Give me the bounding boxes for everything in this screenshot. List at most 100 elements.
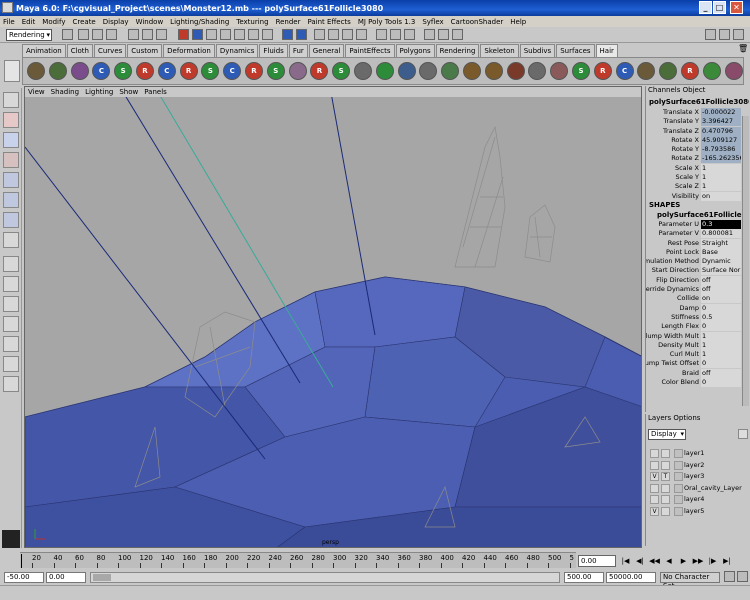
menu-syflex[interactable]: Syflex [422, 18, 443, 26]
channel-value-field[interactable]: 0.470796 [701, 126, 741, 136]
channel-row[interactable]: Point Lock Base [646, 247, 749, 257]
channel-value-field[interactable]: 0.800081 [701, 229, 741, 239]
auto-key-icon[interactable] [724, 571, 735, 582]
viewport-menu-view[interactable]: View [28, 88, 45, 96]
four-view-layout-icon[interactable] [3, 276, 19, 292]
channel-value-field[interactable]: 0.3 [701, 219, 741, 229]
channel-row[interactable]: Parameter U 0.3 [646, 219, 749, 229]
mask-icon-2[interactable] [192, 29, 203, 40]
channel-value-field[interactable]: 1 [701, 163, 741, 173]
mask-icon-6[interactable] [248, 29, 259, 40]
channel-row[interactable]: Visibility on [646, 191, 749, 201]
shelf-button-icon[interactable] [659, 62, 678, 80]
lasso-tool-icon[interactable] [3, 112, 19, 128]
menu-window[interactable]: Window [136, 18, 164, 26]
shelf-button-icon[interactable] [70, 62, 89, 80]
history-icon[interactable] [376, 29, 387, 40]
channel-row[interactable]: Scale Y1 [646, 173, 749, 183]
playback-button[interactable]: ◀◀ [649, 555, 660, 567]
shelf-button-icon[interactable]: S [201, 62, 220, 80]
layer-visibility-toggle[interactable]: V [650, 472, 659, 481]
rotate-tool-icon[interactable] [3, 172, 19, 188]
shelf-button-icon[interactable] [48, 62, 67, 80]
current-frame-field[interactable]: 0.00 [578, 555, 616, 567]
shelf-button-icon[interactable]: C [615, 62, 634, 80]
end-time-field[interactable]: 50000.00 [606, 572, 656, 583]
channel-row[interactable]: Braid off [646, 368, 749, 378]
shelf-button-icon[interactable] [506, 62, 525, 80]
channels-menu[interactable]: Channels [648, 86, 680, 94]
channel-value-field[interactable]: 1 [701, 331, 741, 341]
channel-box-scrollbar[interactable] [742, 116, 749, 406]
viewport-menu-show[interactable]: Show [119, 88, 138, 96]
shelf-button-icon[interactable] [528, 62, 547, 80]
shelf-tab-deformation[interactable]: Deformation [163, 44, 215, 57]
shelf-button-icon[interactable]: R [310, 62, 329, 80]
layer-color-swatch[interactable] [674, 460, 683, 470]
menu-mj-poly-tools-1-3[interactable]: MJ Poly Tools 1.3 [358, 18, 416, 26]
shelf-button-icon[interactable]: S [332, 62, 351, 80]
new-scene-icon[interactable] [78, 29, 89, 40]
channel-value-field[interactable]: off [701, 285, 741, 295]
channel-value-field[interactable]: 0 [701, 378, 741, 388]
channel-row[interactable]: Length Flex 0 [646, 322, 749, 332]
current-time-indicator[interactable] [21, 554, 22, 568]
range-handle[interactable] [93, 574, 111, 581]
layer-name[interactable]: layer1 [684, 449, 704, 457]
mask-icon-1[interactable] [178, 29, 189, 40]
layer-display-type-toggle[interactable]: T [661, 472, 670, 481]
layer-visibility-toggle[interactable] [650, 483, 659, 493]
layer-color-swatch[interactable] [674, 483, 683, 493]
channel-row[interactable]: Rotate Y -8.793586 [646, 145, 749, 155]
channel-row[interactable]: imulation Method Dynamic [646, 257, 749, 267]
minimize-button[interactable]: _ [699, 1, 712, 14]
layer-row[interactable]: Oral_cavity_Layer [648, 483, 746, 494]
playback-button[interactable]: ◀ [664, 555, 675, 567]
animation-prefs-icon[interactable] [737, 571, 748, 582]
show-tool-settings-icon[interactable] [719, 29, 730, 40]
shelf-button-icon[interactable] [463, 62, 481, 80]
channel-row[interactable]: Parameter V 0.800081 [646, 229, 749, 239]
layer-row[interactable]: V Tlayer3 [648, 472, 746, 482]
shelf-tab-fur[interactable]: Fur [288, 44, 308, 57]
channel-value-field[interactable]: on [701, 191, 741, 201]
layer-name[interactable]: layer5 [684, 507, 704, 515]
menu-mode-selector[interactable]: Rendering [6, 29, 52, 41]
save-scene-icon[interactable] [106, 29, 117, 40]
layer-color-swatch[interactable] [674, 495, 683, 504]
shelf-tab-fluids[interactable]: Fluids [259, 44, 288, 57]
channel-value-field[interactable]: on [701, 294, 741, 304]
shelf-button-icon[interactable] [27, 62, 45, 80]
channel-value-field[interactable]: Surface Nor [701, 266, 741, 276]
persp-trax-layout-icon[interactable] [3, 356, 19, 372]
layer-row[interactable]: layer2 [648, 460, 746, 471]
character-set-dropdown[interactable]: No Character Set [660, 572, 720, 590]
snap-plane-icon[interactable] [356, 29, 367, 40]
shelf-button-icon[interactable]: C [157, 62, 176, 80]
shelf-tab-polygons[interactable]: Polygons [395, 44, 435, 57]
channel-row[interactable]: Flip Direction off [646, 275, 749, 285]
scale-tool-icon[interactable] [3, 192, 19, 208]
menu-edit[interactable]: Edit [22, 18, 36, 26]
shelf-button-icon[interactable] [288, 62, 307, 80]
snap-point-icon[interactable] [342, 29, 353, 40]
channel-row[interactable]: Curl Mult 1 [646, 350, 749, 360]
channel-row[interactable]: Scale Z1 [646, 182, 749, 192]
input-output-icon[interactable] [390, 29, 401, 40]
channel-value-field[interactable]: -0.000022 [701, 108, 741, 117]
channel-row[interactable]: Stiffness 0.5 [646, 312, 749, 322]
shelf-button-icon[interactable] [550, 62, 569, 80]
channel-row[interactable]: Rotate X 45.909127 [646, 135, 749, 145]
trash-icon[interactable]: 🗑 [738, 44, 748, 56]
time-slider[interactable]: 20 40 60 80 100 120 140 160 180 200 220 240 260 280 30… [20, 552, 576, 568]
shelf-tab-custom[interactable]: Custom [127, 44, 163, 57]
perspective-viewport[interactable]: View Shading Lighting Show Panels persp [24, 86, 642, 548]
channel-value-field[interactable]: 1 [701, 173, 741, 183]
paint-select-tool-icon[interactable] [3, 132, 19, 148]
shelf-tab-rendering[interactable]: Rendering [435, 44, 480, 57]
close-button[interactable]: ✕ [730, 1, 743, 14]
channel-value-field[interactable]: 1 [701, 350, 741, 360]
layer-visibility-toggle[interactable]: V [650, 506, 659, 516]
hypershade-layout-icon[interactable] [3, 336, 19, 352]
channel-row[interactable]: Translate Z 0.470796 [646, 126, 749, 136]
